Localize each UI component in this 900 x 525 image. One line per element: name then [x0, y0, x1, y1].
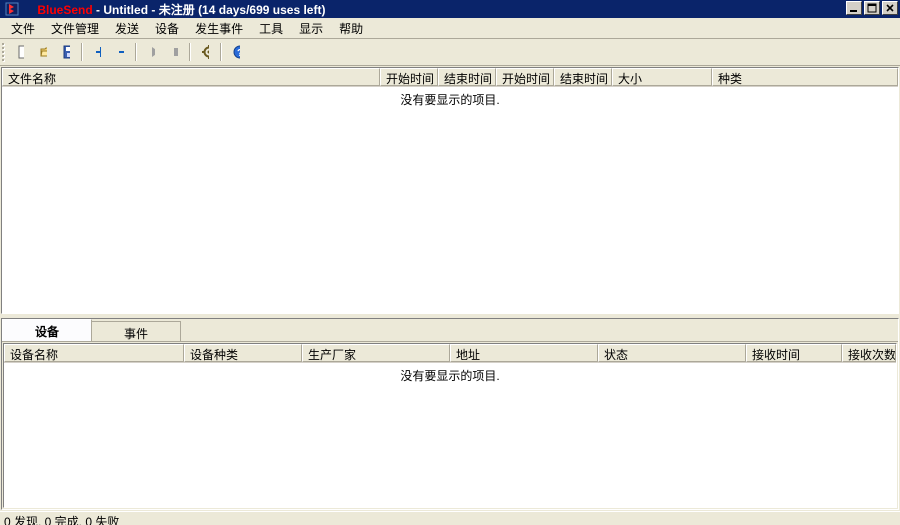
device-list-body[interactable]: 没有要显示的项目.	[4, 363, 896, 507]
device-list-header: 设备名称 设备种类 生产厂家 地址 状态 接收时间 接收次数	[4, 344, 896, 363]
maximize-button[interactable]	[864, 1, 880, 15]
app-icon	[4, 1, 20, 17]
content-area: 文件名称 开始时间 结束时间 开始时间 结束时间 大小 种类 没有要显示的项目.…	[0, 66, 900, 511]
col-recv-count[interactable]: 接收次数	[842, 344, 896, 362]
settings-button[interactable]	[194, 41, 216, 63]
tab-devices[interactable]: 设备	[2, 319, 92, 341]
status-bar: 0 发现, 0 完成, 0 失败	[0, 511, 900, 525]
status-text: 0 发现, 0 完成, 0 失败	[4, 513, 119, 525]
toolbar-separator-2	[135, 43, 136, 61]
bottom-tabs: 设备 事件	[2, 319, 898, 342]
new-file-button[interactable]	[9, 41, 31, 63]
menu-help[interactable]: 帮助	[332, 18, 370, 39]
toolbar-separator-1	[81, 43, 82, 61]
device-list-panel: 设备名称 设备种类 生产厂家 地址 状态 接收时间 接收次数 没有要显示的项目.	[3, 343, 897, 508]
remove-button[interactable]	[109, 41, 131, 63]
file-list-empty-text: 没有要显示的项目.	[2, 87, 898, 108]
window-controls	[844, 1, 898, 15]
col-kind[interactable]: 种类	[712, 68, 898, 86]
col-manufacturer[interactable]: 生产厂家	[302, 344, 450, 362]
file-list-panel: 文件名称 开始时间 结束时间 开始时间 结束时间 大小 种类 没有要显示的项目.	[1, 67, 899, 314]
col-end-time-2[interactable]: 结束时间	[554, 68, 612, 86]
toolbar-separator-4	[220, 43, 221, 61]
col-device-name[interactable]: 设备名称	[4, 344, 184, 362]
col-start-time-2[interactable]: 开始时间	[496, 68, 554, 86]
file-list-body[interactable]: 没有要显示的项目.	[2, 87, 898, 313]
col-size[interactable]: 大小	[612, 68, 712, 86]
open-button[interactable]	[32, 41, 54, 63]
toolbar-separator-3	[189, 43, 190, 61]
col-address[interactable]: 地址	[450, 344, 598, 362]
minimize-button[interactable]	[846, 1, 862, 15]
col-end-time-1[interactable]: 结束时间	[438, 68, 496, 86]
close-button[interactable]	[882, 1, 898, 15]
col-device-type[interactable]: 设备种类	[184, 344, 302, 362]
file-list-header: 文件名称 开始时间 结束时间 开始时间 结束时间 大小 种类	[2, 68, 898, 87]
help-button[interactable]: ?	[225, 41, 247, 63]
toolbar-grip[interactable]	[2, 43, 6, 61]
save-button[interactable]	[55, 41, 77, 63]
col-status[interactable]: 状态	[598, 344, 746, 362]
col-recv-time[interactable]: 接收时间	[746, 344, 842, 362]
stop-button[interactable]	[163, 41, 185, 63]
bottom-panel: 设备 事件 设备名称 设备种类 生产厂家 地址 状态 接收时间 接收次数 没有要…	[1, 318, 899, 510]
tab-events[interactable]: 事件	[91, 321, 181, 341]
device-list-empty-text: 没有要显示的项目.	[4, 363, 896, 384]
svg-text:?: ?	[237, 48, 240, 59]
window-title: BlueSend - Untitled - 未注册 (14 days/699 u…	[24, 0, 325, 32]
play-button[interactable]	[140, 41, 162, 63]
col-file-name[interactable]: 文件名称	[2, 68, 380, 86]
toolbar: ?	[0, 39, 900, 66]
add-button[interactable]	[86, 41, 108, 63]
title-bar: BlueSend - Untitled - 未注册 (14 days/699 u…	[0, 0, 900, 18]
col-start-time-1[interactable]: 开始时间	[380, 68, 438, 86]
